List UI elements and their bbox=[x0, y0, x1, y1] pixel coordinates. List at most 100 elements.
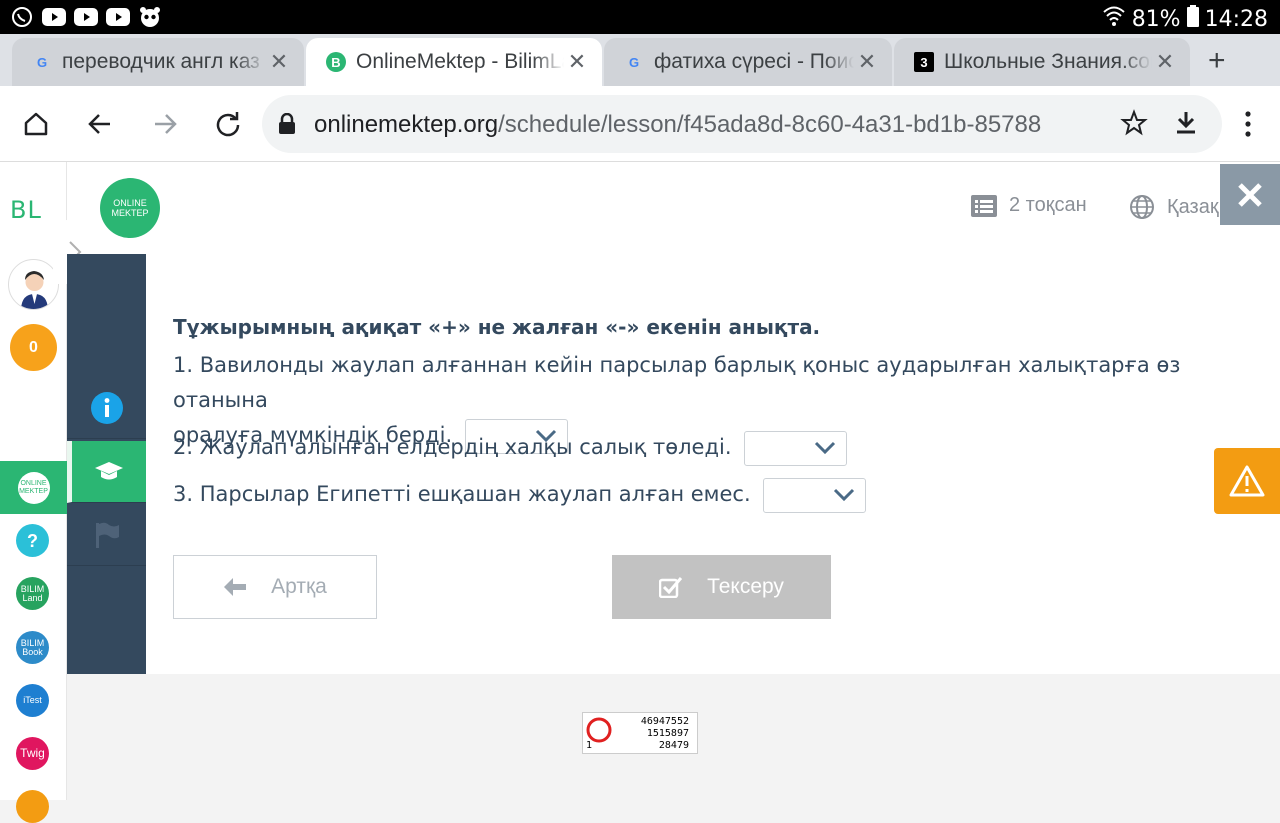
youtube-icon bbox=[106, 6, 130, 28]
address-bar[interactable]: onlinemektep.org/schedule/lesson/f45ada8… bbox=[262, 95, 1222, 153]
report-issue-button[interactable] bbox=[1214, 448, 1280, 514]
browser-toolbar: onlinemektep.org/schedule/lesson/f45ada8… bbox=[0, 86, 1280, 162]
itest-logo[interactable]: iTest bbox=[16, 684, 49, 717]
tab-translator[interactable]: G переводчик англ каз ✕ bbox=[12, 38, 304, 86]
tab-title: OnlineMektep - BilimLand bbox=[356, 50, 564, 73]
arrow-left-icon bbox=[88, 114, 110, 134]
url-domain: onlinemektep.org bbox=[314, 111, 499, 138]
warning-icon bbox=[1229, 465, 1265, 497]
url-text: onlinemektep.org/schedule/lesson/f45ada8… bbox=[314, 111, 1041, 139]
bl-logo[interactable]: BL bbox=[10, 196, 42, 224]
info-icon bbox=[90, 391, 123, 424]
counter-index: 1 bbox=[586, 740, 593, 751]
site-header: ONLINE MEKTEP 2 тоқсан Қазақ bbox=[53, 162, 1280, 284]
url-path: /schedule/lesson/f45ada8d-8c60-4a31-bd1b… bbox=[498, 111, 1042, 138]
home-icon bbox=[24, 112, 48, 136]
counter-value: 1515897 bbox=[646, 728, 689, 739]
graduation-cap-icon bbox=[95, 461, 123, 479]
tab-znanija[interactable]: 3 Школьные Знания.com ✕ bbox=[894, 38, 1190, 86]
language-label: Қазақ bbox=[1167, 195, 1219, 218]
lesson-content: Тұжырымның ақиқат «+» не жалған «-» екен… bbox=[146, 254, 1280, 674]
status-bar: 81% 14:28 bbox=[0, 0, 1280, 34]
counter-value: 28479 bbox=[658, 740, 689, 751]
lesson-nav-flag[interactable] bbox=[67, 504, 146, 566]
question-title: Тұжырымның ақиқат «+» не жалған «-» екен… bbox=[173, 315, 821, 339]
check-button[interactable]: Тексеру bbox=[612, 555, 831, 619]
list-icon bbox=[971, 194, 997, 217]
answer-select-3[interactable] bbox=[763, 477, 867, 513]
znanija-favicon-icon: 3 bbox=[914, 52, 934, 72]
language-selector[interactable]: Қазақ bbox=[1129, 194, 1219, 220]
back-button-label: Артқа bbox=[271, 575, 327, 598]
quarter-selector[interactable]: 2 тоқсан bbox=[971, 194, 1087, 217]
avatar[interactable] bbox=[8, 259, 59, 310]
close-icon[interactable]: ✕ bbox=[854, 49, 880, 75]
tab-strip: G переводчик англ каз ✕ B OnlineMektep -… bbox=[0, 34, 1280, 86]
back-button[interactable] bbox=[80, 104, 120, 144]
statement-2-text: 2. Жаулап алынған елдердің халқы салық т… bbox=[173, 435, 732, 459]
tab-title: фатиха сүресі - Поиск bbox=[654, 50, 854, 73]
google-favicon-icon: G bbox=[628, 54, 640, 70]
arrow-left-icon bbox=[224, 578, 247, 596]
bilimland-logo[interactable]: BILIM Land bbox=[16, 577, 49, 610]
statement-1-text: 1. Вавилонды жаулап алғаннан кейін парсы… bbox=[173, 353, 1181, 412]
statement-3-text: 3. Парсылар Египетті ешқашан жаулап алға… bbox=[173, 482, 751, 506]
google-favicon-icon: G bbox=[36, 54, 48, 70]
counter-value: 46947552 bbox=[640, 716, 689, 727]
tab-title: Школьные Знания.com bbox=[944, 50, 1152, 73]
star-icon[interactable] bbox=[1120, 109, 1148, 142]
help-button[interactable]: ? bbox=[16, 524, 49, 557]
panda-icon bbox=[138, 6, 162, 28]
bilimland-favicon-icon: B bbox=[326, 52, 346, 72]
close-icon bbox=[1238, 182, 1262, 207]
statement-2: 2. Жаулап алынған елдердің халқы салық т… bbox=[173, 430, 848, 466]
youtube-icon bbox=[74, 6, 98, 28]
chevron-down-icon bbox=[834, 488, 855, 501]
tab-fatiha-search[interactable]: G фатиха сүресі - Поиск ✕ bbox=[604, 38, 892, 86]
answer-select-2[interactable] bbox=[744, 430, 848, 466]
checkbox-check-icon bbox=[659, 577, 683, 598]
close-icon[interactable]: ✕ bbox=[1152, 49, 1178, 75]
counter-values: 46947552 1515897 28479 bbox=[641, 716, 689, 752]
battery-percent: 81% bbox=[1131, 6, 1181, 32]
tab-title: переводчик англ каз bbox=[62, 50, 260, 73]
quarter-label: 2 тоқсан bbox=[1009, 194, 1087, 216]
close-lesson-button[interactable] bbox=[1220, 164, 1280, 225]
kebab-menu-icon bbox=[1245, 111, 1251, 137]
web-page: BL 0 ONLINE MEKTEP ? BILIM Land BILIM Bo… bbox=[0, 162, 1280, 823]
close-icon[interactable]: ✕ bbox=[266, 49, 292, 75]
forward-button[interactable] bbox=[145, 104, 185, 144]
home-button[interactable] bbox=[16, 104, 56, 144]
download-icon[interactable] bbox=[1172, 109, 1200, 142]
globe-icon bbox=[1130, 195, 1154, 219]
onlinemektep-logo: ONLINE MEKTEP bbox=[17, 471, 50, 504]
bilimbook-logo[interactable]: BILIM Book bbox=[16, 631, 49, 664]
new-tab-button[interactable]: + bbox=[1208, 44, 1226, 78]
youtube-icon bbox=[42, 6, 66, 28]
coin-counter[interactable]: 0 bbox=[10, 324, 57, 371]
flag-icon bbox=[95, 522, 119, 548]
wifi-icon bbox=[1102, 5, 1126, 33]
menu-button[interactable] bbox=[1228, 104, 1268, 144]
check-button-label: Тексеру bbox=[707, 575, 784, 598]
rail-onlinemektep[interactable]: ONLINE MEKTEP bbox=[0, 461, 67, 514]
reload-button[interactable] bbox=[208, 104, 248, 144]
lesson-nav-learn[interactable] bbox=[67, 441, 146, 503]
arrow-right-icon bbox=[155, 114, 177, 134]
back-button[interactable]: Артқа bbox=[173, 555, 377, 619]
clock: 14:28 bbox=[1204, 6, 1268, 32]
rail-app-partial[interactable] bbox=[16, 790, 49, 823]
chevron-down-icon bbox=[815, 441, 836, 454]
visit-counter-widget[interactable]: 46947552 1515897 28479 1 bbox=[582, 712, 698, 754]
battery-icon bbox=[1186, 5, 1199, 33]
lesson-nav bbox=[67, 254, 146, 674]
tab-onlinemektep[interactable]: B OnlineMektep - BilimLand ✕ bbox=[306, 38, 602, 86]
whatsapp-icon bbox=[10, 6, 34, 28]
onlinemektep-logo[interactable]: ONLINE MEKTEP bbox=[100, 178, 160, 238]
statement-3: 3. Парсылар Египетті ешқашан жаулап алға… bbox=[173, 477, 867, 513]
lock-icon bbox=[278, 112, 296, 140]
lesson-nav-info[interactable] bbox=[67, 377, 146, 439]
reload-icon bbox=[216, 112, 240, 137]
close-icon[interactable]: ✕ bbox=[564, 49, 590, 75]
twig-logo[interactable]: Twig bbox=[16, 737, 49, 770]
